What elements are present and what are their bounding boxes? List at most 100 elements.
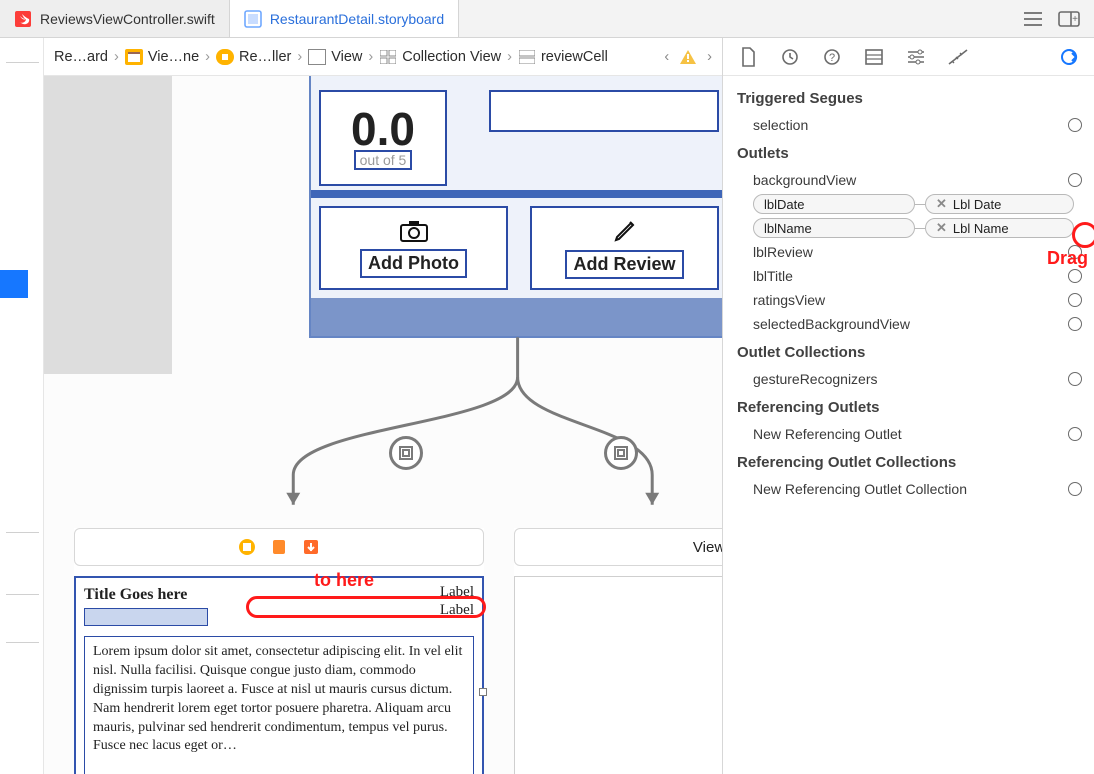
tab-bar: ReviewsViewController.swift RestaurantDe… — [0, 0, 1094, 38]
canvas-gray-region — [44, 76, 172, 374]
right-scene-view[interactable] — [514, 576, 722, 774]
pencil-icon — [612, 218, 638, 244]
crumb-collectionview[interactable]: Collection View — [379, 49, 501, 65]
crumb-reviewcell[interactable]: reviewCell — [518, 49, 608, 65]
tab-label: RestaurantDetail.storyboard — [270, 11, 444, 27]
outlet-lblreview[interactable]: lblReview — [735, 240, 1082, 264]
assistant-split-icon[interactable]: + — [1058, 8, 1080, 30]
connections-inspector-icon[interactable] — [1058, 46, 1080, 68]
segue-node-icon[interactable] — [604, 436, 638, 470]
tab-label: ReviewsViewController.swift — [40, 11, 215, 27]
outlet-lblname-row[interactable]: lblName ✕Lbl Name — [735, 216, 1082, 240]
new-referencing-outlet-collection[interactable]: New Referencing Outlet Collection — [735, 477, 1082, 501]
disconnect-icon[interactable]: ✕ — [936, 196, 947, 212]
chevron-right-icon: › — [507, 49, 512, 65]
nav-back-icon[interactable]: ‹ — [664, 49, 669, 65]
connection-port[interactable] — [1068, 427, 1082, 441]
connection-port[interactable] — [1068, 293, 1082, 307]
connection-port[interactable] — [1068, 372, 1082, 386]
scene-title: View Cont — [693, 539, 722, 556]
add-photo-button[interactable]: Add Photo — [319, 206, 508, 290]
editor-main: Re…ard › Vie…ne › Re…ller › View › Colle… — [44, 38, 722, 774]
segue-node-icon[interactable] — [389, 436, 423, 470]
outlet-ratingsview[interactable]: ratingsView — [735, 288, 1082, 312]
outlet-lbltitle[interactable]: lblTitle — [735, 264, 1082, 288]
resize-handle[interactable] — [479, 688, 487, 696]
annotation-drag-circle — [1072, 222, 1094, 248]
detail-header-card[interactable]: 0.0 out of 5 Add Photo Add Review — [309, 76, 722, 338]
tab-reviewsviewcontroller[interactable]: ReviewsViewController.swift — [0, 0, 230, 37]
help-inspector-icon[interactable]: ? — [821, 46, 843, 68]
chevron-right-icon: › — [297, 49, 302, 65]
outlet-selection[interactable]: selection — [735, 113, 1082, 137]
rating-bar-box[interactable] — [489, 90, 719, 132]
rating-score-box[interactable]: 0.0 out of 5 — [319, 90, 447, 186]
add-review-label: Add Review — [565, 250, 683, 279]
gutter-selection-marker — [0, 270, 28, 298]
first-responder-icon — [270, 538, 288, 556]
add-photo-label: Add Photo — [360, 249, 467, 278]
connection-port[interactable] — [1068, 269, 1082, 283]
inspector-tabs: ? — [723, 38, 1094, 76]
section-outlet-collections: Outlet Collections — [737, 344, 1082, 361]
tab-restaurantdetail-storyboard[interactable]: RestaurantDetail.storyboard — [230, 0, 459, 37]
disconnect-icon[interactable]: ✕ — [936, 220, 947, 236]
ib-canvas[interactable]: 0.0 out of 5 Add Photo Add Review — [44, 76, 722, 774]
annotation-target-oval — [246, 596, 486, 618]
outlet-lbldate-row[interactable]: lblDate ✕Lbl Date — [735, 192, 1082, 216]
swift-file-icon — [14, 10, 32, 28]
size-inspector-icon[interactable] — [947, 46, 969, 68]
outlet-lblname-dst[interactable]: ✕Lbl Name — [925, 218, 1074, 238]
crumb-controller[interactable]: Re…ller — [216, 49, 291, 65]
right-scene[interactable]: View Cont — [514, 528, 722, 774]
storyboard-file-icon — [244, 10, 262, 28]
svg-text:?: ? — [829, 52, 835, 64]
file-inspector-icon[interactable] — [737, 46, 759, 68]
outlet-lblname-src[interactable]: lblName — [753, 218, 915, 238]
crumb-view[interactable]: View — [308, 49, 362, 65]
camera-icon — [399, 219, 429, 243]
breadcrumb: Re…ard › Vie…ne › Re…ller › View › Colle… — [44, 38, 722, 76]
rating-subtitle: out of 5 — [354, 150, 413, 170]
title-label[interactable]: Title Goes here — [84, 586, 187, 604]
add-review-button[interactable]: Add Review — [530, 206, 719, 290]
chevron-right-icon: › — [368, 49, 373, 65]
nav-fwd-icon[interactable]: › — [707, 49, 712, 65]
section-referencing-outlets: Referencing Outlets — [737, 399, 1082, 416]
history-inspector-icon[interactable] — [779, 46, 801, 68]
warning-icon[interactable] — [679, 49, 697, 65]
tabbar-controls: + — [1022, 0, 1094, 37]
outlet-lbldate-dst[interactable]: ✕Lbl Date — [925, 194, 1074, 214]
vc-icon — [238, 538, 256, 556]
exit-icon — [302, 538, 320, 556]
section-outlets: Outlets — [737, 145, 1082, 162]
annotation-tohere: to here — [314, 570, 374, 591]
connection-port[interactable] — [1068, 317, 1082, 331]
new-referencing-outlet[interactable]: New Referencing Outlet — [735, 422, 1082, 446]
crumb-scene[interactable]: Vie…ne — [125, 49, 199, 65]
separator — [311, 190, 722, 198]
inspector-body: Triggered Segues selection Outlets backg… — [723, 76, 1094, 774]
outlet-backgroundview[interactable]: backgroundView — [735, 168, 1082, 192]
outlet-lbldate-src[interactable]: lblDate — [753, 194, 915, 214]
left-gutter — [0, 38, 44, 774]
connection-port[interactable] — [1068, 173, 1082, 187]
review-text-label[interactable]: Lorem ipsum dolor sit amet, consectetur … — [84, 636, 474, 774]
review-cell-scene[interactable]: Title Goes here Label Label Lorem ipsum … — [74, 528, 484, 774]
annotation-drag: Drag — [1047, 248, 1088, 269]
card-footer-fill — [311, 298, 722, 336]
connection-port[interactable] — [1068, 118, 1082, 132]
editor-lines-icon[interactable] — [1022, 8, 1044, 30]
crumb-board[interactable]: Re…ard — [54, 49, 108, 65]
section-referencing-outlet-collections: Referencing Outlet Collections — [737, 454, 1082, 471]
outlet-selectedbackgroundview[interactable]: selectedBackgroundView — [735, 312, 1082, 336]
ratings-slot[interactable] — [84, 608, 208, 626]
scene-title-bar[interactable]: View Cont — [514, 528, 722, 566]
section-triggered-segues: Triggered Segues — [737, 90, 1082, 107]
rating-value: 0.0 — [351, 106, 415, 152]
outlet-gesturerecognizers[interactable]: gestureRecognizers — [735, 367, 1082, 391]
attributes-inspector-icon[interactable] — [905, 46, 927, 68]
scene-title-bar[interactable] — [74, 528, 484, 566]
connection-port[interactable] — [1068, 482, 1082, 496]
identity-inspector-icon[interactable] — [863, 46, 885, 68]
